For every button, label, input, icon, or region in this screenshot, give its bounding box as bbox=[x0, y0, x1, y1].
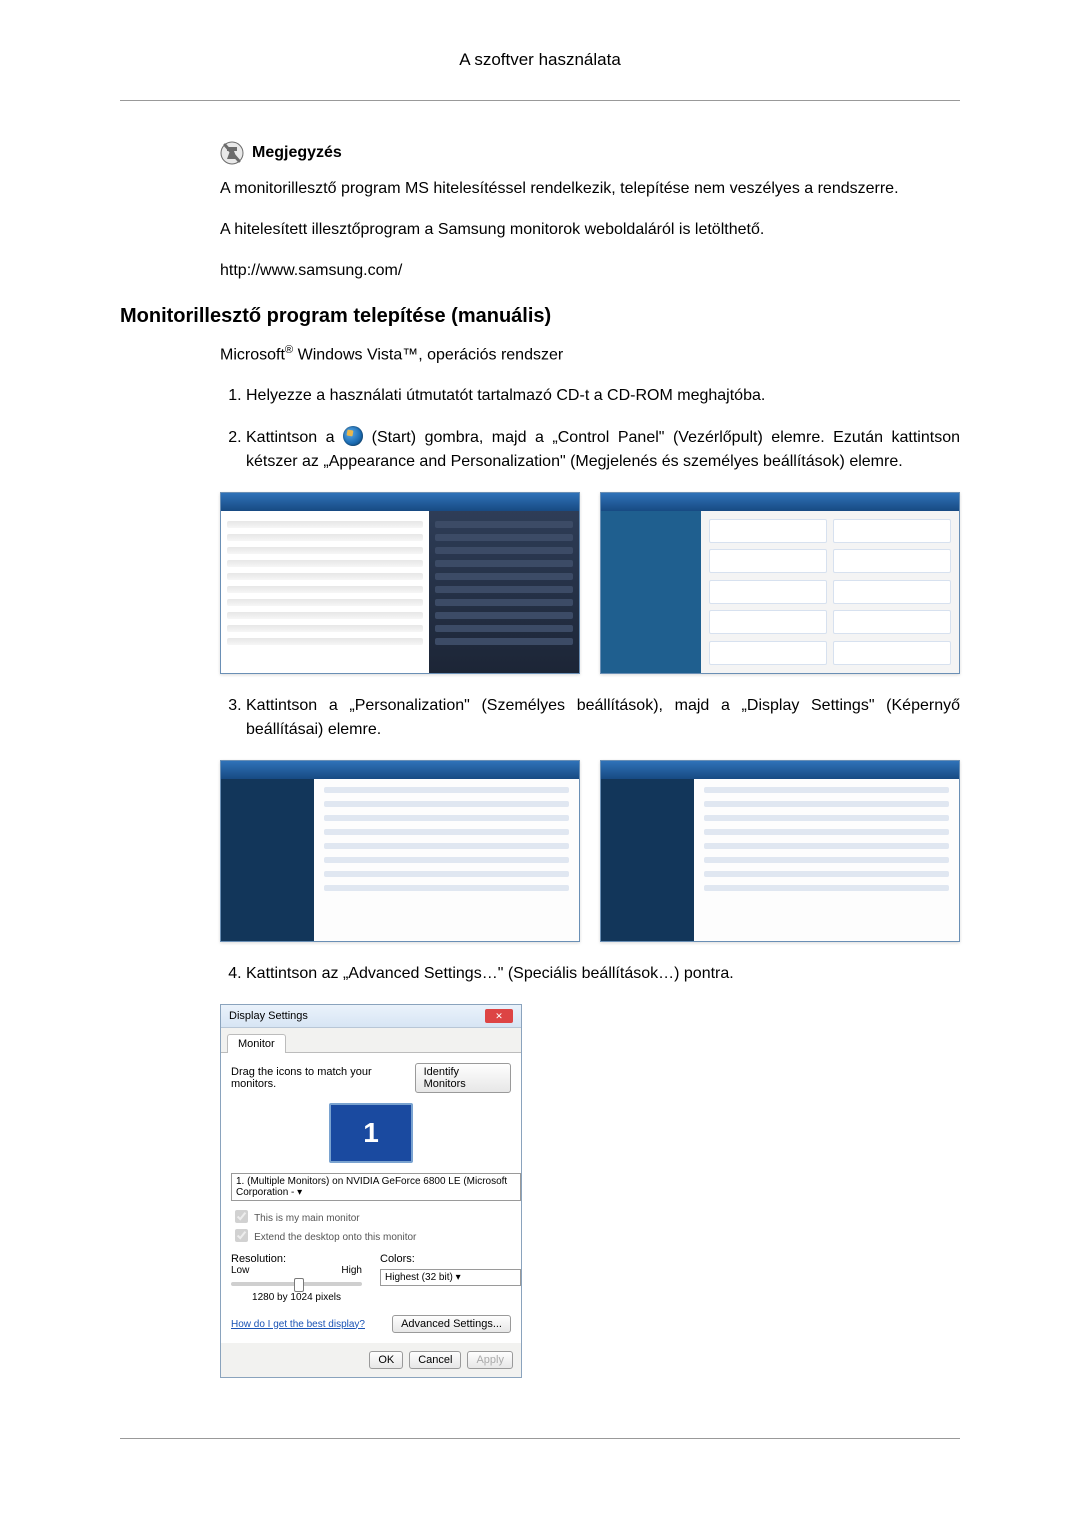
step-2: Kattintson a (Start) gombra, majd a „Con… bbox=[246, 426, 960, 474]
monitor-number: 1 bbox=[363, 1117, 379, 1149]
step-3: Kattintson a „Personalization" (Személye… bbox=[246, 694, 960, 742]
ok-button[interactable]: OK bbox=[369, 1351, 403, 1369]
screenshot-personalize-list bbox=[220, 760, 580, 942]
step-1-text: Helyezze a használati útmutatót tartalma… bbox=[246, 387, 765, 404]
step-2-text-a: Kattintson a bbox=[246, 429, 343, 446]
help-link[interactable]: How do I get the best display? bbox=[231, 1319, 365, 1330]
chk-extend-desktop-label: Extend the desktop onto this monitor bbox=[254, 1232, 416, 1243]
chk-main-monitor bbox=[235, 1210, 248, 1223]
res-high: High bbox=[341, 1265, 362, 1276]
screenshot-personalize-tasks bbox=[600, 760, 960, 942]
resolution-slider[interactable] bbox=[231, 1282, 362, 1286]
page-header-title: A szoftver használata bbox=[120, 50, 960, 70]
step-4-text: Kattintson az „Advanced Settings…" (Spec… bbox=[246, 965, 734, 982]
display-settings-dialog: Display Settings ✕ Monitor Drag the icon… bbox=[220, 1004, 522, 1378]
monitor-select[interactable]: 1. (Multiple Monitors) on NVIDIA GeForce… bbox=[231, 1173, 521, 1201]
note-title: Megjegyzés bbox=[252, 144, 342, 162]
intro-mid: Windows Vista™, operációs rendszer bbox=[293, 346, 563, 363]
screenshot-control-panel bbox=[600, 492, 960, 674]
dialog-title: Display Settings bbox=[229, 1010, 308, 1022]
header-rule bbox=[120, 100, 960, 101]
note-paragraph-1: A monitorillesztő program MS hitelesítés… bbox=[220, 177, 960, 200]
resolution-value: 1280 by 1024 pixels bbox=[231, 1292, 362, 1303]
close-icon[interactable]: ✕ bbox=[485, 1009, 513, 1023]
step-3-text: Kattintson a „Personalization" (Személye… bbox=[246, 697, 960, 738]
res-low: Low bbox=[231, 1265, 249, 1276]
tab-monitor[interactable]: Monitor bbox=[227, 1034, 286, 1053]
resolution-label: Resolution: bbox=[231, 1253, 362, 1265]
footer-rule bbox=[120, 1438, 960, 1439]
identify-monitors-button[interactable]: Identify Monitors bbox=[415, 1063, 511, 1093]
note-paragraph-2: A hitelesített illesztőprogram a Samsung… bbox=[220, 218, 960, 241]
intro-prefix: Microsoft bbox=[220, 346, 285, 363]
section-intro: Microsoft® Windows Vista™, operációs ren… bbox=[220, 342, 960, 367]
drag-instruction: Drag the icons to match your monitors. bbox=[231, 1066, 415, 1090]
monitor-preview[interactable]: 1 bbox=[329, 1103, 413, 1163]
section-title: Monitorillesztő program telepítése (manu… bbox=[120, 305, 960, 328]
colors-select[interactable]: Highest (32 bit) ▾ bbox=[380, 1269, 521, 1286]
chk-extend-desktop bbox=[235, 1229, 248, 1242]
colors-label: Colors: bbox=[380, 1253, 511, 1265]
chk-main-monitor-label: This is my main monitor bbox=[254, 1213, 360, 1224]
step-1: Helyezze a használati útmutatót tartalma… bbox=[246, 384, 960, 408]
intro-reg: ® bbox=[285, 344, 293, 356]
note-url: http://www.samsung.com/ bbox=[220, 259, 960, 282]
step-4: Kattintson az „Advanced Settings…" (Spec… bbox=[246, 962, 960, 986]
advanced-settings-button[interactable]: Advanced Settings... bbox=[392, 1315, 511, 1333]
apply-button: Apply bbox=[467, 1351, 513, 1369]
cancel-button[interactable]: Cancel bbox=[409, 1351, 461, 1369]
note-icon bbox=[220, 141, 244, 165]
screenshot-start-menu bbox=[220, 492, 580, 674]
start-orb-icon bbox=[343, 426, 363, 446]
